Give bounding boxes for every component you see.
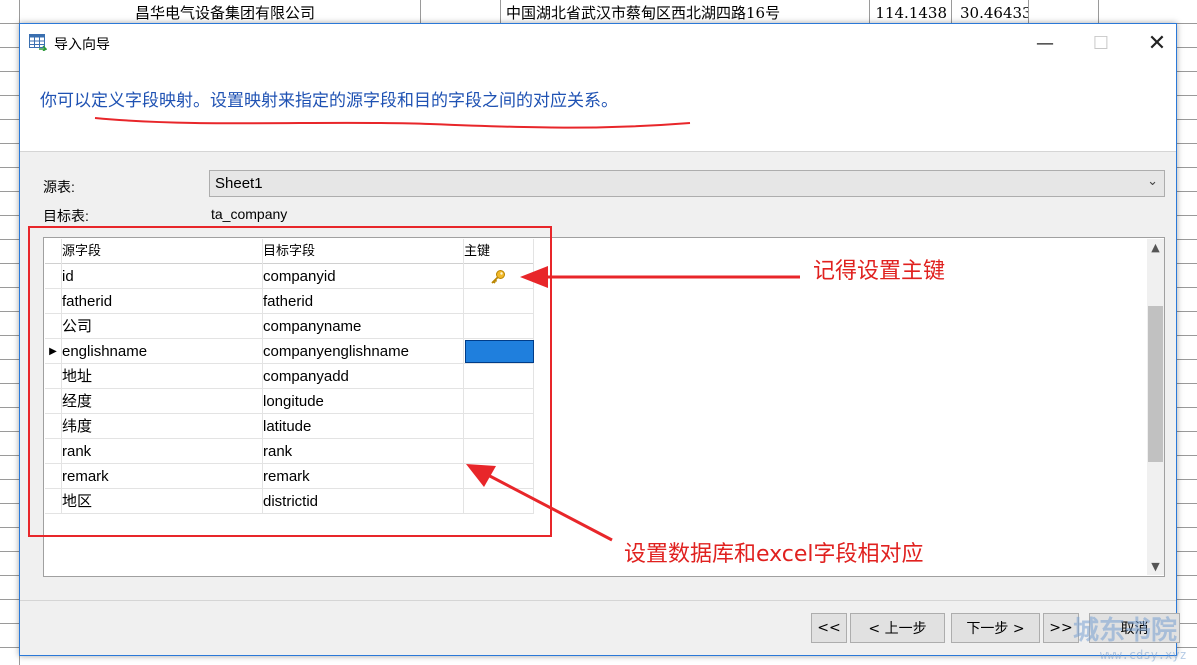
previous-step-button[interactable]: < 上一步: [850, 613, 945, 643]
row-indicator: [45, 289, 62, 314]
table-row[interactable]: id companyid: [45, 264, 534, 289]
primary-key-cell[interactable]: [464, 389, 534, 414]
row-indicator: [45, 389, 62, 414]
table-row[interactable]: 地址 companyadd: [45, 364, 534, 389]
row-indicator: [45, 439, 62, 464]
table-row[interactable]: 公司 companyname: [45, 314, 534, 339]
vertical-scrollbar[interactable]: ▲ ▼: [1147, 239, 1164, 575]
row-header-cell: [0, 0, 20, 24]
row-indicator: [45, 314, 62, 339]
empty-cell[interactable]: [1029, 0, 1099, 24]
primary-key-icon[interactable]: [490, 269, 506, 285]
column-header-source[interactable]: 源字段: [62, 239, 263, 264]
empty-cell[interactable]: [421, 0, 501, 24]
source-field-cell[interactable]: id: [62, 264, 263, 289]
table-row[interactable]: 经度 longitude: [45, 389, 534, 414]
target-field-cell[interactable]: districtid: [263, 489, 464, 514]
target-field-cell[interactable]: rank: [263, 439, 464, 464]
empty-cell[interactable]: [1099, 0, 1197, 24]
table-row[interactable]: 地区 districtid: [45, 489, 534, 514]
table-row[interactable]: remark remark: [45, 464, 534, 489]
latitude-cell[interactable]: 30.464334: [952, 0, 1029, 24]
primary-key-cell[interactable]: [464, 289, 534, 314]
scroll-down-icon[interactable]: ▼: [1147, 558, 1164, 575]
primary-key-cell[interactable]: [464, 364, 534, 389]
target-field-cell[interactable]: companyid: [263, 264, 464, 289]
dialog-title: 导入向导: [54, 37, 110, 53]
target-field-cell[interactable]: longitude: [263, 389, 464, 414]
source-table-value: Sheet1: [215, 175, 263, 192]
source-table-select[interactable]: Sheet1 ⌄: [209, 170, 1165, 197]
close-button[interactable]: ✕: [1134, 24, 1180, 62]
spreadsheet-row: 昌华电气设备集团有限公司 中国湖北省武汉市蔡甸区西北湖四路16号 114.143…: [0, 0, 1197, 24]
intro-text: 你可以定义字段映射。设置映射来指定的源字段和目的字段之间的对应关系。: [40, 91, 618, 111]
column-header-target[interactable]: 目标字段: [263, 239, 464, 264]
target-field-cell[interactable]: companyname: [263, 314, 464, 339]
primary-key-cell[interactable]: [464, 489, 534, 514]
field-mapping-grid[interactable]: 源字段 目标字段 主键 id companyid fatherid fatherid 公…: [43, 237, 1165, 577]
table-import-icon: [29, 34, 47, 51]
mapping-note: 设置数据库和excel字段相对应: [624, 542, 924, 567]
source-field-cell[interactable]: 纬度: [62, 414, 263, 439]
import-wizard-dialog: 导入向导 — ☐ ✕ 你可以定义字段映射。设置映射来指定的源字段和目的字段之间的…: [19, 23, 1180, 656]
row-indicator: [45, 414, 62, 439]
table-row[interactable]: ▶ englishname companyenglishname: [45, 339, 534, 364]
watermark-url: www.cdsy.xyz: [1100, 648, 1187, 662]
minimize-button[interactable]: —: [1022, 24, 1068, 62]
table-row[interactable]: fatherid fatherid: [45, 289, 534, 314]
row-indicator-header: [45, 239, 62, 264]
selected-cell[interactable]: [465, 340, 534, 363]
current-row-indicator-icon: ▶: [45, 339, 62, 364]
primary-key-note: 记得设置主键: [813, 259, 946, 284]
spreadsheet-right-grid: [1176, 24, 1197, 665]
footer-divider: [20, 600, 1176, 601]
title-bar[interactable]: 导入向导 — ☐ ✕: [20, 24, 1176, 62]
table-header-row: 源字段 目标字段 主键: [45, 239, 534, 264]
scroll-up-icon[interactable]: ▲: [1147, 239, 1164, 256]
target-field-cell[interactable]: fatherid: [263, 289, 464, 314]
row-indicator: [45, 464, 62, 489]
address-cell[interactable]: 中国湖北省武汉市蔡甸区西北湖四路16号: [501, 0, 870, 24]
column-header-primary-key[interactable]: 主键: [464, 239, 534, 264]
source-field-cell[interactable]: remark: [62, 464, 263, 489]
primary-key-cell[interactable]: [464, 314, 534, 339]
table-row[interactable]: 纬度 latitude: [45, 414, 534, 439]
source-field-cell[interactable]: englishname: [62, 339, 263, 364]
row-indicator: [45, 364, 62, 389]
source-field-cell[interactable]: rank: [62, 439, 263, 464]
primary-key-cell[interactable]: [464, 414, 534, 439]
company-cell[interactable]: 昌华电气设备集团有限公司: [20, 0, 421, 24]
longitude-cell[interactable]: 114.1438: [870, 0, 952, 24]
first-step-button[interactable]: <<: [811, 613, 847, 643]
primary-key-cell[interactable]: [464, 439, 534, 464]
next-step-button[interactable]: 下一步 >: [951, 613, 1040, 643]
maximize-button[interactable]: ☐: [1078, 24, 1124, 62]
row-indicator: [45, 264, 62, 289]
spreadsheet-left-grid: [0, 24, 20, 665]
scroll-thumb[interactable]: [1148, 306, 1163, 462]
target-table-value: ta_company: [211, 206, 288, 222]
source-field-cell[interactable]: 公司: [62, 314, 263, 339]
row-indicator: [45, 489, 62, 514]
primary-key-cell[interactable]: [464, 464, 534, 489]
target-field-cell[interactable]: companyadd: [263, 364, 464, 389]
target-field-cell[interactable]: latitude: [263, 414, 464, 439]
target-table-label: 目标表:: [43, 208, 89, 224]
source-table-label: 源表:: [43, 179, 75, 195]
chevron-down-icon: ⌄: [1147, 174, 1158, 189]
source-field-cell[interactable]: 经度: [62, 389, 263, 414]
source-field-cell[interactable]: 地址: [62, 364, 263, 389]
source-field-cell[interactable]: 地区: [62, 489, 263, 514]
target-field-cell[interactable]: remark: [263, 464, 464, 489]
source-field-cell[interactable]: fatherid: [62, 289, 263, 314]
target-field-cell[interactable]: companyenglishname: [263, 339, 464, 364]
table-row[interactable]: rank rank: [45, 439, 534, 464]
wizard-header: 你可以定义字段映射。设置映射来指定的源字段和目的字段之间的对应关系。: [20, 62, 1176, 152]
